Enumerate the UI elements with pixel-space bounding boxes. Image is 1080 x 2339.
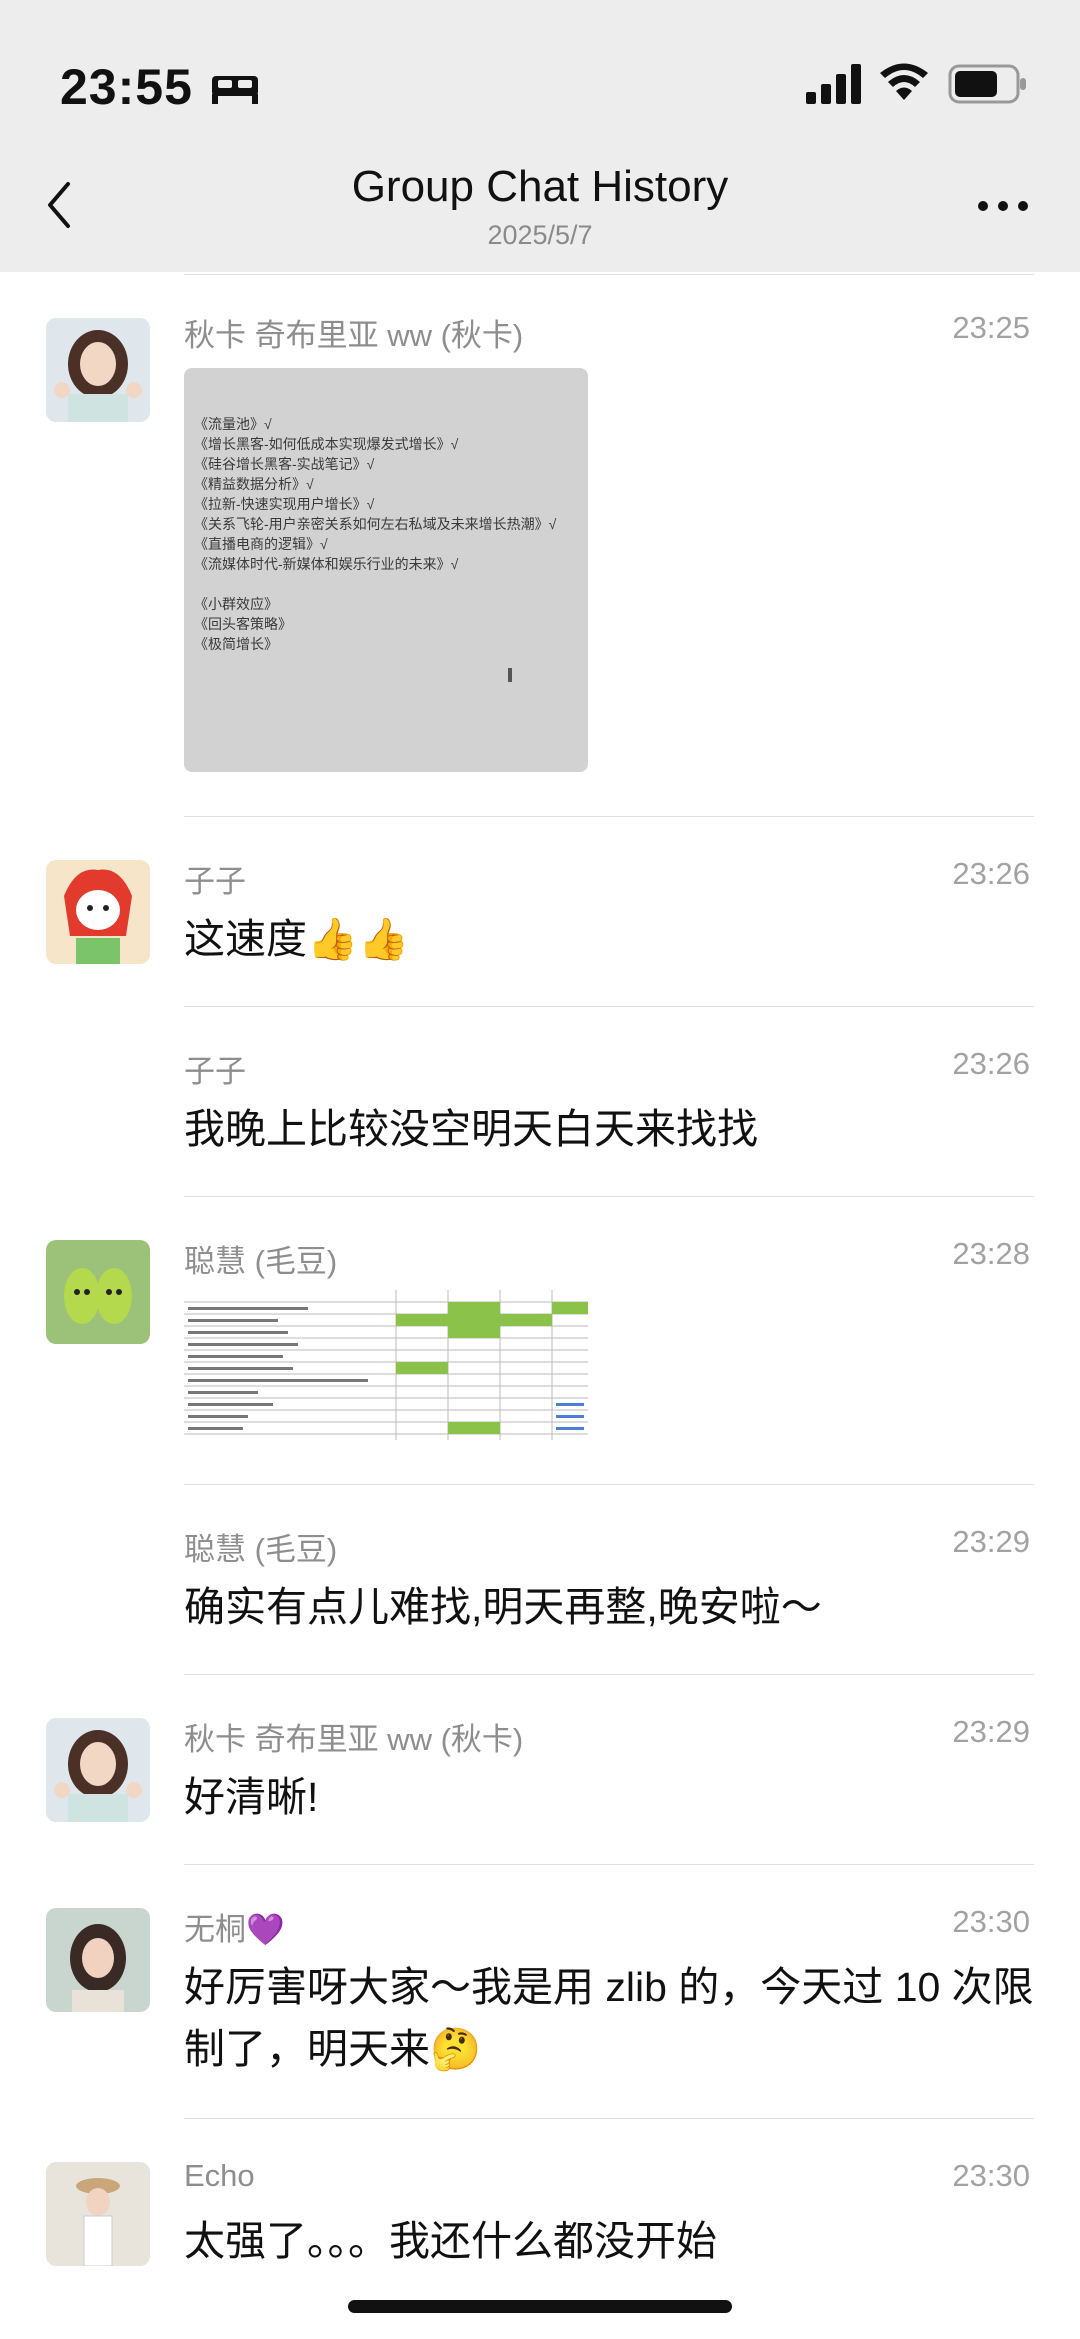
message-divider	[184, 1484, 1034, 1485]
message-time: 23:26	[952, 1046, 1030, 1081]
message-text: 好清晰!	[184, 1774, 319, 1820]
message-time: 23:28	[952, 1236, 1030, 1271]
message-time: 23:25	[952, 310, 1030, 345]
message-divider	[184, 1674, 1034, 1675]
sender-name: Echo	[184, 2158, 255, 2193]
message-divider	[184, 816, 1034, 817]
sender-name: 聪慧 (毛豆)	[184, 1532, 338, 1567]
message-divider	[184, 274, 1034, 275]
sleep-mode-icon	[212, 76, 258, 104]
message-divider	[184, 2118, 1034, 2119]
message-divider	[184, 1006, 1034, 1007]
sender-name: 聪慧 (毛豆)	[184, 1244, 338, 1279]
message-time: 23:30	[952, 1904, 1030, 1939]
sender-name: 秋卡 奇布里亚 ww (秋卡)	[184, 318, 524, 353]
image-thumbnail[interactable]: 《流量池》√ 《增长黑客-如何低成本实现爆发式增长》√ 《硅谷增长黑客-实战笔记…	[184, 368, 588, 772]
sender-name: 子子	[184, 864, 246, 899]
avatar[interactable]	[46, 1240, 150, 1344]
avatar[interactable]	[46, 860, 150, 964]
home-indicator[interactable]	[348, 2300, 732, 2313]
avatar[interactable]	[46, 1908, 150, 2012]
cellular-signal-icon	[806, 64, 861, 104]
message-text: 太强了。。。我还什么都没开始	[184, 2218, 717, 2264]
message-text: 这速度👍👍	[184, 916, 410, 962]
page-title: Group Chat History	[351, 162, 729, 211]
sender-name: 子子	[184, 1054, 246, 1089]
wifi-icon	[880, 63, 928, 100]
message-divider	[184, 1196, 1034, 1197]
message-text: 好厉害呀大家～我是用 zlib 的，今天过 10 次限制了，明天来🤔	[184, 1964, 1034, 2072]
top-bar: 23:55 Group Chat History 2025/5/7	[0, 0, 1080, 272]
message-time: 23:26	[952, 856, 1030, 891]
message-divider	[184, 1864, 1034, 1865]
avatar[interactable]	[46, 1718, 150, 1822]
avatar[interactable]	[46, 318, 150, 422]
status-time: 23:55	[60, 59, 193, 115]
message-text: 我晚上比较没空明天白天来找找	[184, 1106, 758, 1152]
sender-name: 无桐💜	[184, 1912, 285, 1947]
message-time: 23:30	[952, 2158, 1030, 2193]
image-thumbnail[interactable]	[184, 1290, 588, 1440]
sender-name: 秋卡 奇布里亚 ww (秋卡)	[184, 1722, 524, 1757]
page-subtitle-date: 2025/5/7	[487, 220, 593, 250]
avatar[interactable]	[46, 2162, 150, 2266]
message-time: 23:29	[952, 1714, 1030, 1749]
message-text: 确实有点儿难找,明天再整,晚安啦～	[184, 1584, 822, 1630]
more-options-icon[interactable]	[976, 198, 1030, 214]
message-time: 23:29	[952, 1524, 1030, 1559]
battery-icon	[948, 64, 1026, 104]
